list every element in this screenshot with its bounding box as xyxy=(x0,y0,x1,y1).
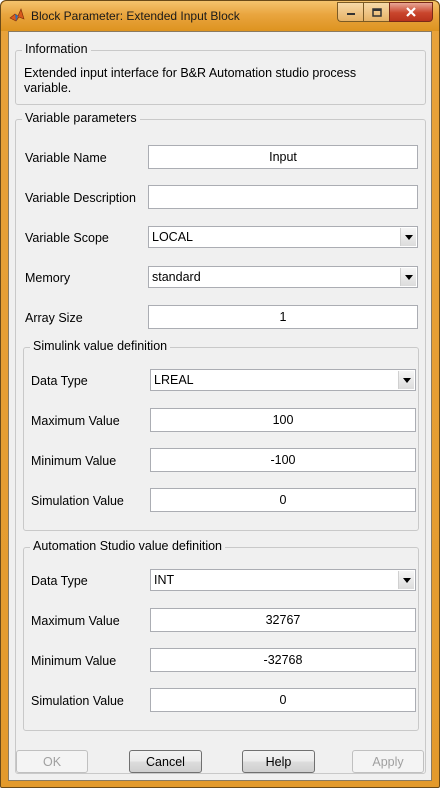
as-min-label: Minimum Value xyxy=(31,654,117,668)
dialog-body: Information Extended input interface for… xyxy=(8,31,432,781)
maximize-button[interactable] xyxy=(363,2,389,22)
chevron-down-icon[interactable] xyxy=(398,371,414,389)
simulink-group: Simulink value definition Data Type LREA… xyxy=(23,339,419,531)
as-min-field[interactable]: -32768 xyxy=(150,648,416,672)
variable-name-label: Variable Name xyxy=(25,151,107,165)
automation-studio-legend: Automation Studio value definition xyxy=(30,539,226,553)
variable-parameters-group: Variable parameters Variable Name Input … xyxy=(15,111,426,774)
variable-scope-label: Variable Scope xyxy=(25,231,109,245)
as-max-field[interactable]: 32767 xyxy=(150,608,416,632)
apply-button[interactable]: Apply xyxy=(352,750,424,773)
matlab-logo-icon xyxy=(9,8,25,22)
close-icon xyxy=(406,7,416,17)
help-button[interactable]: Help xyxy=(242,750,315,773)
title-bar[interactable]: Block Parameter: Extended Input Block xyxy=(1,1,439,31)
simulink-sim-label: Simulation Value xyxy=(31,494,124,508)
variable-name-field[interactable]: Input xyxy=(148,145,418,169)
chevron-down-icon[interactable] xyxy=(400,228,416,246)
as-datatype-value: INT xyxy=(154,573,175,587)
variable-scope-value: LOCAL xyxy=(152,230,193,244)
simulink-datatype-select[interactable]: LREAL xyxy=(150,369,416,391)
variable-scope-select[interactable]: LOCAL xyxy=(148,226,418,248)
as-datatype-select[interactable]: INT xyxy=(150,569,416,591)
minimize-button[interactable] xyxy=(337,2,363,22)
simulink-legend: Simulink value definition xyxy=(30,339,171,353)
as-sim-label: Simulation Value xyxy=(31,694,124,708)
information-group: Information Extended input interface for… xyxy=(15,42,426,105)
minimize-icon xyxy=(346,13,355,15)
as-datatype-label: Data Type xyxy=(31,574,88,588)
memory-label: Memory xyxy=(25,271,71,285)
memory-select[interactable]: standard xyxy=(148,266,418,288)
variable-description-label: Variable Description xyxy=(25,191,136,205)
simulink-datatype-label: Data Type xyxy=(31,374,88,388)
memory-value: standard xyxy=(152,270,201,284)
simulink-max-label: Maximum Value xyxy=(31,414,120,428)
as-max-label: Maximum Value xyxy=(31,614,120,628)
window-controls xyxy=(337,2,433,22)
variable-description-field[interactable] xyxy=(148,185,418,209)
simulink-min-label: Minimum Value xyxy=(31,454,117,468)
chevron-down-icon[interactable] xyxy=(398,571,414,589)
variable-parameters-legend: Variable parameters xyxy=(22,111,140,125)
information-text: Extended input interface for B&R Automat… xyxy=(24,66,357,95)
simulink-sim-field[interactable]: 0 xyxy=(150,488,416,512)
ok-button[interactable]: OK xyxy=(16,750,88,773)
dialog-window: Block Parameter: Extended Input Block In… xyxy=(0,0,440,788)
simulink-datatype-value: LREAL xyxy=(154,373,194,387)
window-title: Block Parameter: Extended Input Block xyxy=(31,9,240,23)
array-size-field[interactable]: 1 xyxy=(148,305,418,329)
close-button[interactable] xyxy=(389,2,433,22)
chevron-down-icon[interactable] xyxy=(400,268,416,286)
automation-studio-group: Automation Studio value definition Data … xyxy=(23,539,419,731)
maximize-icon xyxy=(371,7,382,17)
cancel-button[interactable]: Cancel xyxy=(129,750,202,773)
simulink-max-field[interactable]: 100 xyxy=(150,408,416,432)
information-legend: Information xyxy=(22,42,91,56)
simulink-min-field[interactable]: -100 xyxy=(150,448,416,472)
as-sim-field[interactable]: 0 xyxy=(150,688,416,712)
array-size-label: Array Size xyxy=(25,311,83,325)
